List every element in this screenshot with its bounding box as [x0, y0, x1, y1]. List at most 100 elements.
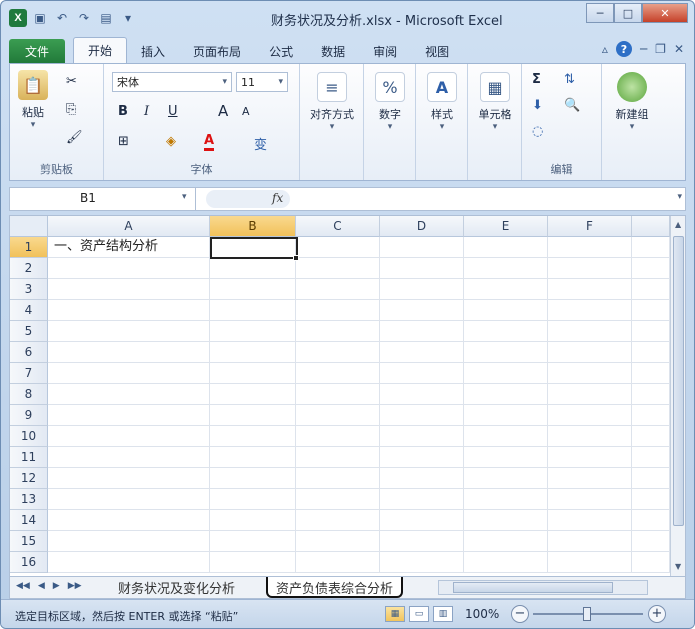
worksheet-grid[interactable]: A B C D E F 1 2 3 4 5 6 7 8 9 10 11 12 13 14 15 16 一、资产… [9, 215, 686, 577]
tab-home[interactable]: 开始 [73, 37, 128, 63]
grid-cell[interactable] [548, 342, 632, 363]
row-header-8[interactable]: 8 [10, 384, 48, 405]
grid-cell[interactable] [464, 363, 548, 384]
grid-cell[interactable] [632, 384, 670, 405]
grid-cell[interactable] [48, 258, 210, 279]
page-layout-view-icon[interactable]: ▭ [409, 606, 429, 622]
grid-cell[interactable] [632, 258, 670, 279]
next-sheet-icon[interactable]: ▶ [53, 581, 60, 591]
number-button[interactable]: % 数字 ▾ [368, 72, 412, 132]
grid-cell[interactable] [380, 363, 464, 384]
grid-cell[interactable] [380, 531, 464, 552]
grid-cell[interactable] [548, 237, 632, 258]
bold-button[interactable]: B [118, 104, 128, 119]
row-header-6[interactable]: 6 [10, 342, 48, 363]
grid-cell[interactable] [210, 426, 296, 447]
minimize-button[interactable]: ─ [586, 3, 614, 23]
grid-cell[interactable] [296, 363, 380, 384]
grid-cell[interactable] [380, 237, 464, 258]
grid-cell[interactable] [210, 384, 296, 405]
grid-cell[interactable] [210, 321, 296, 342]
grow-font-button[interactable]: A [218, 102, 228, 120]
grid-cell[interactable] [464, 510, 548, 531]
format-painter-icon[interactable]: 🖌 [66, 130, 83, 145]
grid-cell[interactable] [210, 405, 296, 426]
grid-cell[interactable] [210, 258, 296, 279]
clear-icon[interactable]: ◌ [532, 124, 543, 139]
column-header-d[interactable]: D [380, 216, 464, 237]
grid-cell[interactable] [464, 489, 548, 510]
grid-cell[interactable] [380, 384, 464, 405]
redo-icon[interactable]: ↷ [75, 9, 93, 27]
grid-cell[interactable] [296, 426, 380, 447]
grid-cell[interactable] [296, 447, 380, 468]
grid-cell[interactable] [380, 258, 464, 279]
grid-cell[interactable] [380, 405, 464, 426]
name-box[interactable]: B1 [10, 188, 196, 210]
grid-cell[interactable] [632, 237, 670, 258]
grid-cell[interactable] [380, 300, 464, 321]
column-header-partial[interactable] [632, 216, 670, 237]
grid-cell[interactable] [210, 552, 296, 573]
grid-cell[interactable] [48, 447, 210, 468]
alignment-button[interactable]: ≡ 对齐方式 ▾ [306, 72, 358, 132]
grid-cell[interactable] [210, 489, 296, 510]
grid-cell[interactable] [464, 321, 548, 342]
grid-cell[interactable] [632, 468, 670, 489]
tab-review[interactable]: 审阅 [359, 39, 411, 63]
grid-cell[interactable] [464, 531, 548, 552]
column-header-b[interactable]: B [210, 216, 296, 237]
grid-cell[interactable] [380, 468, 464, 489]
grid-cell[interactable] [380, 342, 464, 363]
zoom-slider-thumb[interactable] [583, 607, 591, 621]
grid-cell[interactable] [296, 279, 380, 300]
vertical-scrollbar[interactable]: ▲ ▼ [670, 216, 685, 576]
grid-cell[interactable] [380, 279, 464, 300]
row-header-13[interactable]: 13 [10, 489, 48, 510]
tab-view[interactable]: 视图 [411, 39, 463, 63]
save-icon[interactable]: ▣ [31, 9, 49, 27]
grid-cell[interactable] [548, 552, 632, 573]
tab-formulas[interactable]: 公式 [255, 39, 307, 63]
row-header-15[interactable]: 15 [10, 531, 48, 552]
grid-cell[interactable] [210, 279, 296, 300]
doc-minimize-icon[interactable]: ─ [640, 42, 647, 56]
page-break-view-icon[interactable]: ▥ [433, 606, 453, 622]
row-header-2[interactable]: 2 [10, 258, 48, 279]
doc-restore-icon[interactable]: ❐ [655, 42, 666, 56]
copy-icon[interactable]: ⎘ [66, 102, 76, 117]
zoom-level[interactable]: 100% [465, 607, 499, 621]
minimize-ribbon-icon[interactable]: ▵ [602, 42, 608, 56]
grid-cell[interactable] [548, 321, 632, 342]
grid-cell[interactable] [48, 426, 210, 447]
grid-cell[interactable] [548, 468, 632, 489]
grid-cell[interactable] [48, 510, 210, 531]
font-color-icon[interactable]: A [204, 134, 215, 151]
grid-cell[interactable] [548, 405, 632, 426]
grid-cell[interactable] [296, 531, 380, 552]
grid-cell[interactable] [296, 405, 380, 426]
font-size-select[interactable]: 11 [236, 72, 288, 92]
horizontal-scrollbar[interactable] [438, 580, 648, 595]
grid-cell[interactable] [548, 447, 632, 468]
grid-cell[interactable] [380, 447, 464, 468]
row-header-4[interactable]: 4 [10, 300, 48, 321]
row-header-1[interactable]: 1 [10, 237, 48, 258]
close-button[interactable]: ✕ [642, 3, 688, 23]
row-header-16[interactable]: 16 [10, 552, 48, 573]
grid-cell[interactable] [548, 363, 632, 384]
grid-cell[interactable] [296, 321, 380, 342]
grid-cell[interactable] [632, 447, 670, 468]
cut-icon[interactable]: ✂ [66, 74, 77, 89]
grid-cell[interactable] [296, 510, 380, 531]
grid-cell[interactable] [210, 510, 296, 531]
grid-cell[interactable] [48, 321, 210, 342]
grid-cell[interactable] [48, 405, 210, 426]
grid-cell[interactable] [296, 384, 380, 405]
column-header-c[interactable]: C [296, 216, 380, 237]
grid-cell[interactable] [464, 405, 548, 426]
print-preview-icon[interactable]: ▤ [97, 9, 115, 27]
italic-button[interactable]: I [144, 104, 149, 119]
row-header-12[interactable]: 12 [10, 468, 48, 489]
column-header-a[interactable]: A [48, 216, 210, 237]
